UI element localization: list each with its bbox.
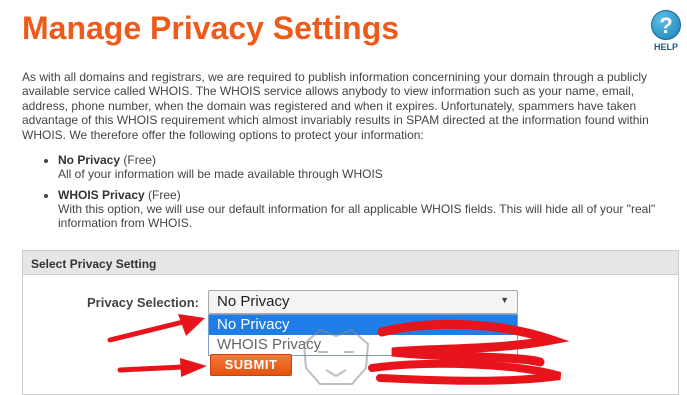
list-item: WHOIS Privacy (Free) With this option, w… [58, 188, 662, 230]
panel-heading: Select Privacy Setting [23, 251, 678, 275]
intro-paragraph: As with all domains and registrars, we a… [22, 70, 649, 142]
option-description: All of your information will be made ava… [58, 167, 383, 181]
help-label: HELP [653, 42, 678, 52]
privacy-selection-label: Privacy Selection: [87, 295, 199, 310]
option-price: (Free) [123, 153, 157, 167]
help-button[interactable]: ? HELP [646, 10, 686, 52]
chevron-down-icon: ▼ [500, 295, 509, 305]
privacy-select[interactable]: No Privacy ▼ [208, 290, 518, 314]
help-icon: ? [651, 10, 681, 40]
option-name: WHOIS Privacy [58, 188, 145, 202]
dropdown-option-whois-privacy[interactable]: WHOIS Privacy [209, 335, 517, 355]
privacy-options-list: No Privacy (Free) All of your informatio… [22, 153, 662, 237]
list-item: No Privacy (Free) All of your informatio… [58, 153, 662, 181]
privacy-dropdown: No Privacy WHOIS Privacy [208, 314, 518, 356]
option-name: No Privacy [58, 153, 121, 167]
dropdown-option-no-privacy[interactable]: No Privacy [209, 315, 517, 335]
option-price: (Free) [148, 188, 181, 202]
select-value: No Privacy [217, 293, 290, 310]
submit-button[interactable]: SUBMIT [210, 354, 292, 376]
option-description: With this option, we will use our defaul… [58, 202, 656, 230]
page-title: Manage Privacy Settings [22, 10, 400, 46]
